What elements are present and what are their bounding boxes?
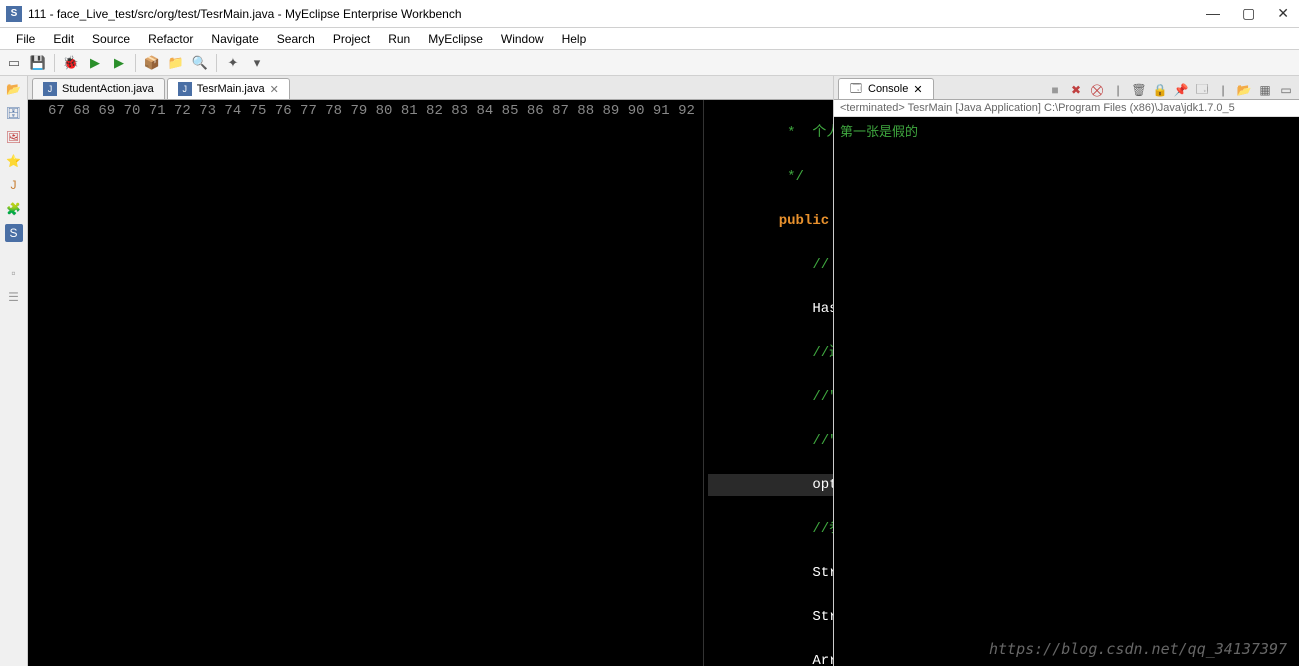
db-icon[interactable]: 🗄: [5, 104, 23, 122]
pin-console-icon[interactable]: 📌: [1172, 81, 1190, 99]
console-tab[interactable]: 🗔 Console ✕: [838, 78, 934, 99]
menu-edit[interactable]: Edit: [45, 30, 82, 48]
type-icon[interactable]: 🧩: [5, 200, 23, 218]
package-icon[interactable]: 📦: [142, 53, 162, 73]
search-icon[interactable]: 🔍: [190, 53, 210, 73]
titlebar: S 111 - face_Live_test/src/org/test/Tesr…: [0, 0, 1299, 28]
tab-tesrmain[interactable]: J TesrMain.java ✕: [167, 78, 290, 99]
debug-icon[interactable]: 🐞: [61, 53, 81, 73]
watermark: https://blog.csdn.net/qq_34137397: [989, 640, 1287, 658]
remove-all-icon[interactable]: ⛒: [1088, 81, 1106, 99]
menu-source[interactable]: Source: [84, 30, 138, 48]
menubar: File Edit Source Refactor Navigate Searc…: [0, 28, 1299, 50]
folder-icon[interactable]: 📁: [166, 53, 186, 73]
console-line: 第一张是假的: [840, 121, 1293, 140]
terminate-icon[interactable]: ■: [1046, 81, 1064, 99]
java-file-icon: J: [178, 82, 192, 96]
sep-icon: |: [1214, 81, 1232, 99]
menu-run[interactable]: Run: [380, 30, 418, 48]
code-line: public static void match(AipFace client)…: [708, 210, 833, 232]
remove-launch-icon[interactable]: ✖: [1067, 81, 1085, 99]
workbench: 📂 🗄 🖼 ⭐ J 🧩 S ▫ ☰ J StudentAction.java J…: [0, 76, 1299, 666]
code-content[interactable]: * 个人博客：https://blog.csdn.net/qq_34137397…: [704, 100, 833, 666]
menu-help[interactable]: Help: [554, 30, 595, 48]
bookmark-icon[interactable]: ⭐: [5, 152, 23, 170]
left-toolbar: 📂 🗄 🖼 ⭐ J 🧩 S ▫ ☰: [0, 76, 28, 666]
scroll-lock-icon[interactable]: 🔒: [1151, 81, 1169, 99]
code-line: //",faceliveness" 表示对第一张图片不做活体检测、第二张图做活体…: [708, 386, 833, 408]
new-icon[interactable]: ▭: [4, 53, 24, 73]
console-output[interactable]: 第一张是假的 https://blog.csdn.net/qq_34137397: [834, 117, 1299, 666]
editor-area: J StudentAction.java J TesrMain.java ✕ 6…: [28, 76, 834, 666]
console-tabs: 🗔 Console ✕ ■ ✖ ⛒ | 🗑 🔒 📌 🗔 | 📂 ▦ ▭: [834, 76, 1299, 100]
code-line: HashMap<String, String> options = new Ha…: [708, 298, 833, 320]
new-console-icon[interactable]: ▦: [1256, 81, 1274, 99]
close-button[interactable]: ✕: [1273, 3, 1293, 24]
wand-icon[interactable]: ✦: [223, 53, 243, 73]
tab-studentaction[interactable]: J StudentAction.java: [32, 78, 165, 99]
code-line-current: options.put("image_liveness", "faceliven…: [708, 474, 833, 496]
tab-label: StudentAction.java: [62, 83, 154, 95]
menu-navigate[interactable]: Navigate: [203, 30, 266, 48]
code-line: */: [708, 166, 833, 188]
console-tab-label: Console: [868, 83, 908, 95]
maximize-button[interactable]: ▢: [1238, 3, 1259, 24]
menu-window[interactable]: Window: [493, 30, 552, 48]
image-icon[interactable]: 🖼: [5, 128, 23, 146]
main-toolbar: ▭ 💾 🐞 ▶ ▶ 📦 📁 🔍 ✦ ▾: [0, 50, 1299, 76]
code-line: //参数为本地图片路径列表: [708, 518, 833, 540]
display-selected-icon[interactable]: 🗔: [1193, 81, 1211, 99]
run-icon[interactable]: ▶: [85, 53, 105, 73]
code-line: * 个人博客：https://blog.csdn.net/qq_34137397: [708, 122, 833, 144]
minimize-button[interactable]: —: [1202, 3, 1224, 24]
code-line: // 传入可选参数调用接口: [708, 254, 833, 276]
menu-refactor[interactable]: Refactor: [140, 30, 201, 48]
tab-label: TesrMain.java: [197, 83, 265, 95]
code-line: //"faceliveness," 表示对第一张图片做活体检测、第二张图不做活体…: [708, 430, 833, 452]
run-last-icon[interactable]: ▶: [109, 53, 129, 73]
code-line: String path1 = "I:\\test\\picture\\face\…: [708, 562, 833, 584]
window-title: 111 - face_Live_test/src/org/test/TesrMa…: [28, 7, 1202, 21]
close-tab-icon[interactable]: ✕: [913, 83, 922, 96]
minimize-view-icon[interactable]: ▭: [1277, 81, 1295, 99]
console-icon: 🗔: [849, 82, 863, 96]
menu-file[interactable]: File: [8, 30, 43, 48]
code-line: String path2 = "I:\\test\\picture\\face\…: [708, 606, 833, 628]
open-console-icon[interactable]: 📂: [1235, 81, 1253, 99]
clear-console-icon[interactable]: 🗑: [1130, 81, 1148, 99]
code-line: ArrayList<String> images = new ArrayList…: [708, 650, 833, 666]
tag-icon[interactable]: ▾: [247, 53, 267, 73]
menu-myeclipse[interactable]: MyEclipse: [420, 30, 491, 48]
code-editor[interactable]: 67 68 69 70 71 72 73 74 75 76 77 78 79 8…: [28, 100, 833, 666]
code-line: //返回的活体信息，"faceliveness,faceliveness" 表示…: [708, 342, 833, 364]
console-toolbar: ■ ✖ ⛒ | 🗑 🔒 📌 🗔 | 📂 ▦ ▭: [934, 81, 1299, 99]
package-explorer-icon[interactable]: 📂: [5, 80, 23, 98]
menu-search[interactable]: Search: [269, 30, 323, 48]
list-icon[interactable]: ☰: [5, 288, 23, 306]
collapse-icon[interactable]: ▫: [5, 264, 23, 282]
close-tab-icon[interactable]: ✕: [270, 83, 279, 96]
console-panel: 🗔 Console ✕ ■ ✖ ⛒ | 🗑 🔒 📌 🗔 | 📂 ▦ ▭ <ter…: [834, 76, 1299, 666]
java-file-icon: J: [43, 82, 57, 96]
editor-tabs: J StudentAction.java J TesrMain.java ✕: [28, 76, 833, 100]
script-icon[interactable]: S: [5, 224, 23, 242]
menu-project[interactable]: Project: [325, 30, 378, 48]
app-icon: S: [6, 6, 22, 22]
save-icon[interactable]: 💾: [28, 53, 48, 73]
console-status: <terminated> TesrMain [Java Application]…: [834, 100, 1299, 117]
window-controls: — ▢ ✕: [1202, 3, 1293, 24]
line-number-gutter: 67 68 69 70 71 72 73 74 75 76 77 78 79 8…: [28, 100, 704, 666]
java-icon[interactable]: J: [5, 176, 23, 194]
sep-icon: |: [1109, 81, 1127, 99]
